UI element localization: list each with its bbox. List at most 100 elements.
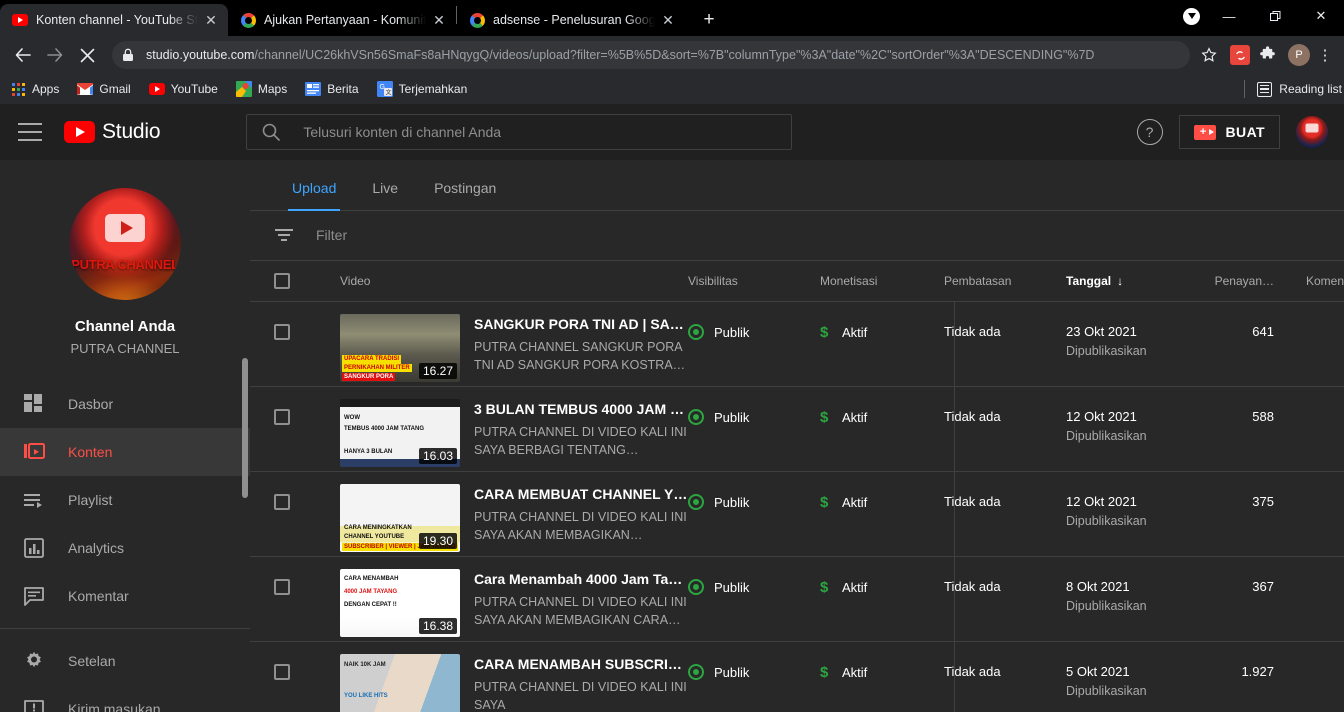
close-window-button[interactable]: ✕ bbox=[1298, 0, 1344, 32]
filter-input[interactable]: Filter bbox=[316, 227, 347, 243]
sidebar-scrollbar[interactable] bbox=[242, 358, 248, 498]
extension-icon-1[interactable] bbox=[1230, 45, 1250, 65]
thumbnail-text: CARA MENINGKATKAN bbox=[344, 524, 412, 531]
monetization-cell[interactable]: $ Aktif bbox=[820, 387, 944, 426]
visibility-cell[interactable]: Publik bbox=[688, 302, 820, 341]
row-checkbox[interactable] bbox=[274, 302, 340, 341]
sidebar-item-setelan[interactable]: Setelan bbox=[0, 637, 250, 685]
sidebar-item-komentar[interactable]: Komentar bbox=[0, 572, 250, 620]
video-thumbnail[interactable]: CARA MENINGKATKAN CHANNEL YOUTUBE SUBSCRIB… bbox=[340, 484, 460, 553]
sidebar-item-analytics[interactable]: Analytics bbox=[0, 524, 250, 572]
bookmark-label: Maps bbox=[257, 82, 288, 96]
visibility-cell[interactable]: Publik bbox=[688, 557, 820, 596]
date-status: Dipublikasikan bbox=[1066, 429, 1147, 444]
restrictions-value: Tidak ada bbox=[944, 409, 1001, 425]
sidebar-item-kirim-masukan[interactable]: Kirim masukan bbox=[0, 685, 250, 712]
video-description: PUTRA CHANNEL DI VIDEO KALI INI SAYA AKA… bbox=[474, 510, 687, 543]
browser-tab-2[interactable]: adsense - Penelusuran Google ✕ bbox=[457, 4, 685, 36]
video-title[interactable]: Cara Menambah 4000 Jam Tayang Yo… bbox=[474, 571, 688, 587]
bookmark-apps[interactable]: Apps bbox=[10, 81, 59, 97]
row-checkbox[interactable] bbox=[274, 557, 340, 596]
visibility-cell[interactable]: Publik bbox=[688, 387, 820, 426]
channel-subtitle: PUTRA CHANNEL bbox=[70, 341, 180, 356]
studio-logo[interactable]: Studio bbox=[64, 120, 161, 144]
monetization-value: Aktif bbox=[842, 495, 868, 511]
video-thumbnail[interactable]: UPACARA TRADISI PERNIKAHAN MILITER SANGKUR… bbox=[340, 314, 460, 383]
select-all-checkbox[interactable] bbox=[274, 273, 340, 290]
cast-icon[interactable] bbox=[1183, 7, 1200, 25]
back-icon[interactable] bbox=[8, 40, 38, 70]
video-title[interactable]: SANGKUR PORA TNI AD | SAEPUDIN … bbox=[474, 316, 688, 332]
video-thumbnail[interactable]: WOW TEMBUS 4000 JAM TATANG HANYA 3 BULAN 16… bbox=[340, 399, 460, 468]
extensions-puzzle-icon[interactable] bbox=[1258, 45, 1278, 65]
row-checkbox[interactable] bbox=[274, 387, 340, 426]
row-checkbox[interactable] bbox=[274, 642, 340, 681]
visibility-cell[interactable]: Publik bbox=[688, 642, 820, 681]
video-title[interactable]: 3 BULAN TEMBUS 4000 JAM TAYANG… bbox=[474, 401, 688, 417]
sidebar-item-konten[interactable]: Konten bbox=[0, 428, 250, 476]
close-icon[interactable]: ✕ bbox=[202, 11, 220, 29]
column-divider bbox=[954, 557, 955, 642]
video-table-body: UPACARA TRADISI PERNIKAHAN MILITER SANGKUR… bbox=[250, 302, 1344, 712]
search-input[interactable]: Telusuri konten di channel Anda bbox=[246, 114, 793, 150]
sidebar-item-label: Komentar bbox=[68, 588, 129, 604]
sidebar-item-playlist[interactable]: Playlist bbox=[0, 476, 250, 524]
tab-live[interactable]: Live bbox=[354, 180, 416, 210]
close-icon[interactable]: ✕ bbox=[430, 11, 448, 29]
account-avatar[interactable] bbox=[1296, 116, 1328, 148]
video-title[interactable]: CARA MEMBUAT CHANNEL YOUTUBE… bbox=[474, 486, 688, 502]
visibility-value: Publik bbox=[714, 579, 750, 595]
monetization-cell[interactable]: $ Aktif bbox=[820, 557, 944, 596]
profile-avatar[interactable]: P bbox=[1288, 44, 1310, 66]
monetization-cell[interactable]: $ Aktif bbox=[820, 472, 944, 511]
bookmark-star-icon[interactable] bbox=[1196, 42, 1222, 68]
bookmark-maps[interactable]: Maps bbox=[235, 81, 288, 97]
restrictions-value: Tidak ada bbox=[944, 579, 1001, 595]
bookmark-berita[interactable]: Berita bbox=[305, 81, 359, 97]
bookmark-youtube[interactable]: YouTube bbox=[148, 81, 218, 97]
menu-hamburger-icon[interactable] bbox=[18, 123, 42, 141]
row-checkbox[interactable] bbox=[274, 472, 340, 511]
table-row[interactable]: UPACARA TRADISI PERNIKAHAN MILITER SANGKUR… bbox=[250, 302, 1344, 388]
monetization-cell[interactable]: $ Aktif bbox=[820, 302, 944, 341]
bookmark-label: YouTube bbox=[170, 82, 218, 96]
views-value: 588 bbox=[1252, 409, 1274, 425]
video-title[interactable]: CARA MENAMBAH SUBSCRIBE GRATI… bbox=[474, 656, 688, 672]
channel-avatar[interactable]: PUTRA CHANNEL bbox=[69, 188, 181, 300]
minimize-button[interactable]: — bbox=[1206, 0, 1252, 32]
browser-tab-0[interactable]: Konten channel - YouTube Studio ✕ bbox=[0, 4, 228, 36]
help-icon[interactable]: ? bbox=[1136, 119, 1163, 145]
filter-icon[interactable] bbox=[274, 225, 294, 245]
table-row[interactable]: CARA MENAMBAH 4000 JAM TAYANG DENGAN CEPAT… bbox=[250, 557, 1344, 643]
views-value: 641 bbox=[1252, 324, 1274, 340]
reading-list-button[interactable]: Reading list bbox=[1244, 74, 1344, 104]
video-thumbnail[interactable]: CARA MENAMBAH 4000 JAM TAYANG DENGAN CEPAT… bbox=[340, 569, 460, 638]
column-date[interactable]: Tanggal ↓ bbox=[1066, 274, 1190, 288]
address-bar[interactable]: studio.youtube.com/channel/UC26khVSn56Sm… bbox=[112, 41, 1190, 69]
tab-postingan[interactable]: Postingan bbox=[416, 180, 514, 210]
tab-upload[interactable]: Upload bbox=[274, 180, 354, 211]
bookmark-terjemahkan[interactable]: G文 Terjemahkan bbox=[376, 81, 468, 97]
sidebar-item-dasbor[interactable]: Dasbor bbox=[0, 380, 250, 428]
close-icon[interactable]: ✕ bbox=[659, 11, 677, 29]
table-row[interactable]: CARA MENINGKATKAN CHANNEL YOUTUBE SUBSCRIB… bbox=[250, 472, 1344, 558]
column-divider bbox=[954, 302, 955, 387]
forward-icon[interactable] bbox=[40, 40, 70, 70]
thumbnail-text: NAIK 10K JAM bbox=[344, 662, 386, 669]
browser-tab-1[interactable]: Ajukan Pertanyaan - Komunitas Y ✕ bbox=[228, 4, 456, 36]
visibility-cell[interactable]: Publik bbox=[688, 472, 820, 511]
table-row[interactable]: WOW TEMBUS 4000 JAM TATANG HANYA 3 BULAN 16… bbox=[250, 387, 1344, 473]
stop-loading-icon[interactable] bbox=[72, 40, 102, 70]
maximize-button[interactable] bbox=[1252, 0, 1298, 32]
table-row[interactable]: NAIK 10K JAM YOU LIKE HITS CARA MENAMBAH … bbox=[250, 642, 1344, 712]
new-tab-button[interactable]: + bbox=[695, 6, 723, 34]
bookmark-label: Gmail bbox=[99, 82, 131, 96]
browser-menu-icon[interactable]: ⋮ bbox=[1314, 46, 1336, 64]
monetization-cell[interactable]: $ Aktif bbox=[820, 642, 944, 681]
bookmark-gmail[interactable]: Gmail bbox=[77, 81, 131, 97]
date-cell: 23 Okt 2021 Dipublikasikan bbox=[1066, 302, 1190, 358]
thumbnail-text: UPACARA TRADISI bbox=[342, 355, 401, 364]
create-button[interactable]: + BUAT bbox=[1178, 115, 1280, 149]
bookmark-label: Terjemahkan bbox=[398, 82, 468, 96]
video-thumbnail[interactable]: NAIK 10K JAM YOU LIKE HITS bbox=[340, 654, 460, 712]
